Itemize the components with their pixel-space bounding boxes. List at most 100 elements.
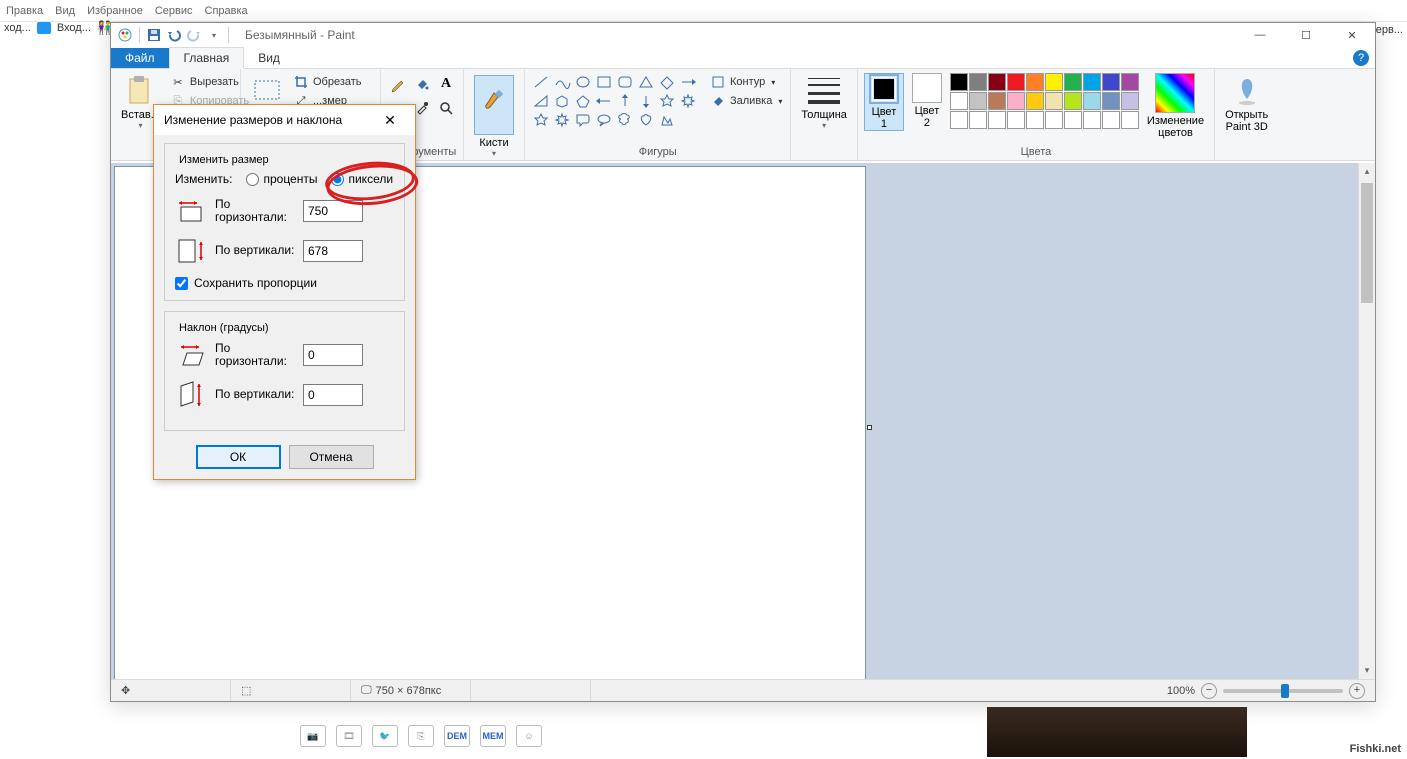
dialog-close-button[interactable]: ✕ [375, 112, 405, 129]
palette-swatch[interactable] [1102, 111, 1120, 129]
camera-icon[interactable]: 📷 [300, 725, 326, 747]
resize-vertical-input[interactable] [303, 240, 363, 262]
zoom-out-button[interactable]: − [1201, 683, 1217, 699]
shape-outline-button[interactable]: Контур▾ [708, 73, 784, 91]
skew-vertical-icon [175, 380, 207, 410]
selection-icon: ⬚ [241, 684, 251, 697]
palette-swatch[interactable] [988, 111, 1006, 129]
share-icon[interactable]: 🐦 [372, 725, 398, 747]
brush-button[interactable]: Кисти ▾ [470, 73, 518, 160]
crop-button[interactable]: Обрезать [291, 73, 364, 91]
resize-horizontal-label: По горизонтали: [215, 198, 295, 224]
color-palette[interactable] [950, 73, 1139, 129]
keep-aspect-checkbox[interactable] [175, 277, 188, 290]
palette-swatch[interactable] [1083, 92, 1101, 110]
dialog-title: Изменение размеров и наклона [164, 113, 342, 127]
resize-vertical-label: По вертикали: [215, 244, 295, 257]
emoji-icon[interactable]: ☺ [516, 725, 542, 747]
save-icon[interactable] [146, 27, 162, 43]
tab-bar: Файл Главная Вид ? [111, 47, 1375, 69]
watermark: Fishki.net [1350, 743, 1401, 755]
palette-swatch[interactable] [1026, 73, 1044, 91]
resize-horizontal-icon [175, 196, 207, 226]
fill-tool[interactable] [411, 73, 433, 95]
palette-swatch[interactable] [950, 92, 968, 110]
pixels-radio[interactable]: пиксели [331, 172, 393, 186]
zoom-slider[interactable] [1223, 689, 1343, 693]
palette-swatch[interactable] [1083, 73, 1101, 91]
palette-swatch[interactable] [1045, 111, 1063, 129]
resize-skew-dialog: Изменение размеров и наклона ✕ Изменить … [153, 104, 416, 480]
tab-view[interactable]: Вид [244, 48, 294, 68]
keep-aspect-label: Сохранить пропорции [194, 276, 317, 290]
window-title: Безымянный - Paint [237, 28, 1237, 42]
palette-swatch[interactable] [1121, 92, 1139, 110]
palette-swatch[interactable] [1102, 73, 1120, 91]
copy-icon[interactable]: ⎘ [408, 725, 434, 747]
resize-handle-right[interactable] [867, 425, 872, 430]
palette-swatch[interactable] [969, 111, 987, 129]
palette-swatch[interactable] [988, 73, 1006, 91]
dem-icon[interactable]: DEM [444, 725, 470, 747]
film-icon[interactable]: 🎞 [336, 725, 362, 747]
palette-swatch[interactable] [1007, 111, 1025, 129]
color1-button[interactable]: Цвет 1 [864, 73, 904, 131]
palette-swatch[interactable] [1026, 92, 1044, 110]
shape-gallery[interactable] [531, 73, 698, 144]
palette-swatch[interactable] [1007, 92, 1025, 110]
palette-swatch[interactable] [1121, 111, 1139, 129]
open-paint3d-button[interactable]: Открыть Paint 3D [1221, 73, 1272, 158]
palette-swatch[interactable] [1064, 111, 1082, 129]
palette-swatch[interactable] [1064, 73, 1082, 91]
palette-swatch[interactable] [1026, 111, 1044, 129]
palette-swatch[interactable] [988, 92, 1006, 110]
skew-legend: Наклон (градусы) [175, 322, 273, 334]
minimize-button[interactable]: — [1237, 23, 1283, 47]
cut-button[interactable]: ✂Вырезать [168, 73, 251, 91]
close-button[interactable]: ✕ [1329, 23, 1375, 47]
palette-swatch[interactable] [1083, 111, 1101, 129]
tab-file[interactable]: Файл [111, 48, 169, 68]
palette-swatch[interactable] [1045, 92, 1063, 110]
palette-swatch[interactable] [950, 111, 968, 129]
skew-horizontal-input[interactable] [303, 344, 363, 366]
help-icon[interactable]: ? [1353, 50, 1369, 66]
tab-home[interactable]: Главная [169, 47, 245, 69]
thickness-button[interactable]: Толщина ▾ [797, 73, 851, 158]
skew-horizontal-icon [175, 340, 207, 370]
titlebar: ▾ Безымянный - Paint — ☐ ✕ [111, 23, 1375, 47]
vertical-scrollbar[interactable]: ▴ ▾ [1358, 163, 1375, 679]
undo-icon[interactable] [166, 27, 182, 43]
shape-fill-button[interactable]: Заливка▾ [708, 92, 784, 110]
skew-vertical-label: По вертикали: [215, 388, 295, 401]
magnifier-tool[interactable] [435, 97, 457, 119]
qat-dropdown-icon[interactable]: ▾ [206, 27, 222, 43]
dimensions-icon: 🖵 [361, 684, 372, 697]
palette-swatch[interactable] [1045, 73, 1063, 91]
palette-swatch[interactable] [1121, 73, 1139, 91]
status-cursor: ✥ [111, 680, 231, 701]
overlay-toolbar: 📷 🎞 🐦 ⎘ DEM MEM ☺ [300, 721, 542, 751]
palette-swatch[interactable] [950, 73, 968, 91]
percent-radio[interactable]: проценты [246, 172, 317, 186]
pencil-tool[interactable] [387, 73, 409, 95]
redo-icon[interactable] [186, 27, 202, 43]
palette-swatch[interactable] [1102, 92, 1120, 110]
app-icon [117, 27, 133, 43]
skew-vertical-input[interactable] [303, 384, 363, 406]
text-tool[interactable]: A [435, 73, 457, 95]
zoom-in-button[interactable]: + [1349, 683, 1365, 699]
palette-swatch[interactable] [969, 73, 987, 91]
maximize-button[interactable]: ☐ [1283, 23, 1329, 47]
color2-button[interactable]: Цвет 2 [908, 73, 946, 129]
status-dimensions: 🖵750 × 678пкс [351, 680, 471, 701]
edit-colors-button[interactable]: Изменение цветов [1143, 73, 1208, 139]
cancel-button[interactable]: Отмена [289, 445, 374, 469]
palette-swatch[interactable] [1064, 92, 1082, 110]
ok-button[interactable]: ОК [196, 445, 281, 469]
palette-swatch[interactable] [1007, 73, 1025, 91]
palette-swatch[interactable] [969, 92, 987, 110]
mem-icon[interactable]: MEM [480, 725, 506, 747]
resize-horizontal-input[interactable] [303, 200, 363, 222]
mail-icon [37, 22, 51, 34]
